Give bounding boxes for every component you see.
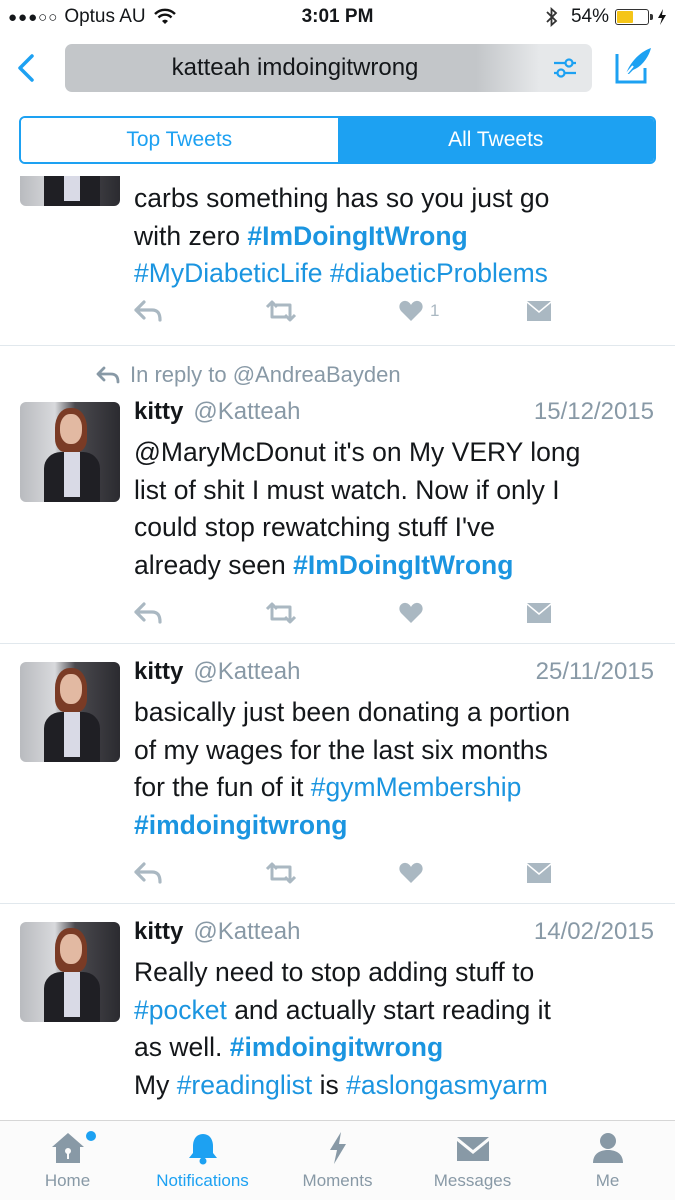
reply-icon	[96, 366, 120, 384]
envelope-icon	[527, 603, 551, 623]
tweet-date: 15/12/2015	[533, 398, 654, 425]
reply-context[interactable]: In reply to @AndreaBayden	[96, 362, 401, 388]
reply-context-text: In reply to @AndreaBayden	[130, 362, 401, 387]
tweet-actions	[134, 860, 554, 890]
avatar[interactable]	[20, 662, 120, 762]
back-chevron-icon[interactable]	[12, 48, 42, 88]
tab-bar: Home Notifications Moments Messages Me	[0, 1120, 675, 1200]
hashtag-link[interactable]: #pocket	[134, 995, 227, 1025]
tab-moments[interactable]: Moments	[270, 1121, 405, 1200]
search-field[interactable]: katteah imdoingitwrong	[65, 44, 592, 92]
hashtag-link[interactable]: #gymMembership	[311, 772, 522, 802]
hashtag-link[interactable]: #imdoingitwrong	[230, 1032, 443, 1062]
charging-icon	[658, 9, 666, 25]
avatar[interactable]	[20, 922, 120, 1022]
hashtag-link[interactable]: #aslongasmyarm	[346, 1070, 548, 1100]
hashtag-link[interactable]: #readinglist	[177, 1070, 313, 1100]
reply-icon	[134, 862, 162, 884]
tab-messages[interactable]: Messages	[405, 1121, 540, 1200]
status-bar: ●●●○○ Optus AU 3:01 PM 54%	[0, 0, 675, 36]
retweet-icon	[265, 300, 297, 322]
tweet-feed[interactable]: carbs something has so you just go with …	[0, 176, 675, 1120]
envelope-icon	[527, 301, 551, 321]
tweet[interactable]: kitty @Katteah 25/11/2015 basically just…	[0, 644, 675, 904]
tweet-filter-segmented-control: Top Tweets All Tweets	[19, 116, 656, 164]
tab-label: Moments	[302, 1171, 373, 1190]
tab-label: Me	[595, 1171, 620, 1190]
compose-tweet-icon[interactable]	[613, 44, 655, 86]
person-icon	[592, 1133, 623, 1163]
envelope-icon	[527, 863, 551, 883]
retweet-button[interactable]	[264, 600, 298, 626]
reply-button[interactable]	[134, 600, 162, 626]
tab-all-tweets[interactable]: All Tweets	[337, 118, 654, 162]
like-button[interactable]	[398, 860, 424, 886]
reply-icon	[134, 602, 162, 624]
direct-message-button[interactable]	[526, 600, 552, 626]
tweet-date: 25/11/2015	[535, 658, 654, 685]
retweet-icon	[265, 602, 297, 624]
tweet[interactable]: In reply to @AndreaBayden kitty @Katteah…	[0, 346, 675, 644]
tweet-actions: 1	[134, 298, 554, 328]
tab-label: Home	[44, 1171, 91, 1190]
author-name[interactable]: kitty	[134, 658, 183, 686]
reply-button[interactable]	[134, 860, 162, 886]
tweet[interactable]: kitty @Katteah 14/02/2015 Really need to…	[0, 904, 675, 1120]
hashtag-link[interactable]: #ImDoingItWrong	[293, 550, 513, 580]
hashtag-link[interactable]: #MyDiabeticLife	[134, 258, 323, 288]
heart-icon	[399, 602, 423, 623]
tab-label: Notifications	[156, 1171, 249, 1190]
retweet-button[interactable]	[264, 298, 298, 324]
tab-home[interactable]: Home	[0, 1121, 135, 1200]
hashtag-link[interactable]: #diabeticProblems	[330, 258, 548, 288]
tab-label: Messages	[433, 1171, 512, 1190]
retweet-icon	[265, 862, 297, 884]
heart-icon	[399, 862, 423, 883]
like-count: 1	[430, 301, 440, 320]
tweet[interactable]: carbs something has so you just go with …	[0, 176, 675, 346]
hashtag-link[interactable]: #ImDoingItWrong	[247, 221, 467, 251]
author-name[interactable]: kitty	[134, 398, 183, 426]
direct-message-button[interactable]	[526, 298, 552, 324]
envelope-icon	[456, 1137, 489, 1161]
tab-notifications[interactable]: Notifications	[135, 1121, 270, 1200]
home-icon	[51, 1133, 84, 1163]
battery-percent: 54%	[570, 6, 609, 27]
avatar[interactable]	[20, 402, 120, 502]
like-button[interactable]	[398, 600, 424, 626]
heart-icon	[399, 300, 423, 321]
filter-sliders-icon[interactable]	[550, 54, 580, 82]
bluetooth-icon	[546, 7, 558, 27]
tab-me[interactable]: Me	[540, 1121, 675, 1200]
tweet-text: carbs something has so you just go with …	[134, 183, 550, 288]
battery-icon	[615, 9, 653, 25]
tweet-text: Really need to stop adding stuff to #poc…	[134, 957, 551, 1100]
tab-top-tweets[interactable]: Top Tweets	[21, 118, 338, 162]
author-name[interactable]: kitty	[134, 918, 183, 946]
tweet-text: basically just been donating a portion o…	[134, 697, 571, 840]
tweet-text: @MaryMcDonut it's on My VERY long list o…	[134, 437, 581, 580]
bell-icon	[188, 1134, 217, 1165]
tweet-actions	[134, 600, 554, 630]
tweet-date: 14/02/2015	[533, 918, 654, 945]
search-query[interactable]: katteah imdoingitwrong	[65, 54, 525, 82]
search-header: katteah imdoingitwrong	[0, 36, 675, 102]
avatar[interactable]	[20, 176, 120, 206]
direct-message-button[interactable]	[526, 860, 552, 886]
reply-button[interactable]	[134, 298, 162, 324]
lightning-icon	[329, 1132, 346, 1164]
hashtag-link[interactable]: #imdoingitwrong	[134, 810, 347, 840]
retweet-button[interactable]	[264, 860, 298, 886]
reply-icon	[134, 300, 162, 322]
like-button[interactable]: 1	[398, 298, 439, 324]
notification-badge-dot	[86, 1131, 96, 1141]
